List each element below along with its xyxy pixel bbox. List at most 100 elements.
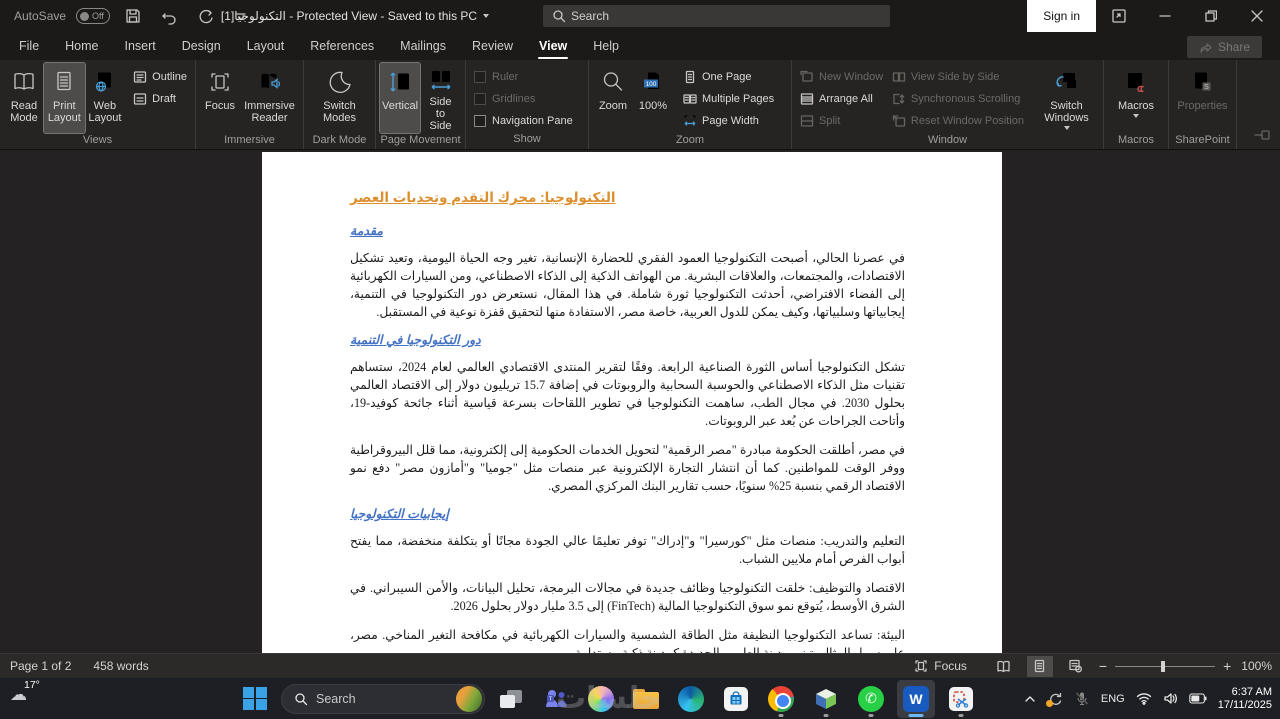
tab-help[interactable]: Help (580, 34, 632, 60)
task-view-button[interactable] (492, 680, 530, 718)
group-label-window: Window (927, 134, 968, 146)
print-layout-view-icon[interactable] (1026, 655, 1053, 677)
view-side-by-side-label: View Side by Side (910, 70, 1000, 83)
tab-insert[interactable]: Insert (112, 34, 169, 60)
macros-button[interactable]: Macros (1114, 63, 1158, 133)
page-width-button[interactable]: Page Width (679, 111, 778, 130)
read-mode-view-icon[interactable] (991, 656, 1017, 677)
title-dropdown-caret[interactable] (483, 14, 490, 18)
checkbox[interactable] (474, 114, 486, 127)
tab-file[interactable]: File (6, 34, 52, 60)
checkbox (474, 92, 486, 105)
toggle-knob (80, 11, 90, 21)
weather-widget[interactable]: 17° ☁ (10, 680, 40, 704)
immersive-reader-button[interactable]: Immersive Reader (240, 63, 299, 133)
zoom-percent-label: 100% (638, 100, 668, 112)
restore-button[interactable] (1188, 0, 1234, 32)
tab-home[interactable]: Home (52, 34, 111, 60)
vertical-button[interactable]: Vertical (379, 62, 421, 134)
tab-review[interactable]: Review (459, 34, 526, 60)
page-count[interactable]: Page 1 of 2 (10, 659, 71, 673)
zoom-100-button[interactable]: 100 100% (633, 63, 673, 133)
draft-button[interactable]: Draft (129, 89, 191, 108)
read-mode-button[interactable]: Read Mode (4, 63, 44, 133)
group-sharepoint: S Properties SharePoint (1169, 60, 1237, 149)
zoom-button[interactable]: Zoom (593, 63, 633, 133)
save-icon[interactable] (120, 3, 146, 29)
hidden-icons-chevron[interactable] (1024, 695, 1036, 703)
focus-button[interactable]: Focus (200, 63, 240, 133)
wifi-icon[interactable] (1136, 692, 1152, 705)
zoom-out-button[interactable]: − (1099, 658, 1107, 674)
document-canvas[interactable]: التكنولوجيا: محرك التقدم وتحديات العصر م… (0, 150, 1280, 653)
zoom-slider-track[interactable] (1115, 660, 1216, 672)
switch-windows-label: Switch Windows (1044, 100, 1089, 124)
arrange-all-button[interactable]: Arrange All (796, 89, 888, 108)
taskbar: 17° ☁ Search T ✆ W ENG 6:37 AM 17/11/202… (0, 678, 1280, 719)
speaker-icon[interactable] (1163, 692, 1178, 705)
collapse-ribbon-icon[interactable] (1254, 128, 1270, 146)
group-immersive: Focus Immersive Reader Immersive (196, 60, 304, 149)
group-label-sharepoint: SharePoint (1175, 134, 1230, 146)
microphone-muted-icon[interactable] (1074, 691, 1090, 707)
taskbar-search[interactable]: Search (281, 683, 485, 714)
file-explorer-icon (633, 688, 659, 709)
clock[interactable]: 6:37 AM 17/11/2025 (1218, 686, 1272, 712)
split-button: Split (796, 111, 888, 130)
switch-windows-button[interactable]: Switch Windows (1034, 63, 1099, 133)
ribbon-display-options-icon[interactable] (1096, 0, 1142, 32)
print-layout-button[interactable]: Print Layout (43, 62, 86, 134)
zoom-slider[interactable]: − + (1099, 658, 1231, 674)
language-indicator[interactable]: ENG (1101, 693, 1125, 705)
focus-mode-button[interactable]: Focus (914, 659, 967, 673)
doc-paragraph: التعليم والتدريب: منصات مثل "كورسيرا" و"… (350, 534, 905, 566)
tab-design[interactable]: Design (169, 34, 234, 60)
word-count[interactable]: 458 words (93, 659, 148, 673)
zoom-in-button[interactable]: + (1223, 658, 1231, 674)
side-to-side-button[interactable]: Side to Side (420, 63, 461, 133)
navigation-pane-label: Navigation Pane (492, 114, 573, 127)
chrome-button[interactable] (762, 680, 800, 718)
sign-in-button[interactable]: Sign in (1027, 0, 1096, 32)
running-indicator (823, 714, 829, 717)
ribbon-search-box[interactable]: Search (543, 5, 890, 27)
document-page[interactable]: التكنولوجيا: محرك التقدم وتحديات العصر م… (262, 152, 1002, 653)
running-indicator (868, 714, 874, 717)
zoom-slider-thumb[interactable] (1161, 660, 1166, 672)
tab-view[interactable]: View (526, 34, 580, 60)
battery-icon[interactable] (1189, 693, 1207, 704)
close-button[interactable] (1234, 0, 1280, 32)
tab-mailings[interactable]: Mailings (387, 34, 459, 60)
minimize-button[interactable] (1142, 0, 1188, 32)
one-page-button[interactable]: One Page (679, 67, 778, 86)
web-layout-view-icon[interactable] (1063, 656, 1089, 677)
snipping-tool-button[interactable] (942, 680, 980, 718)
dropdown-caret (1063, 126, 1070, 130)
doc-paragraph: في عصرنا الحالي، أصبحت التكنولوجيا العمو… (350, 251, 905, 319)
word-button[interactable]: W (897, 679, 935, 718)
tab-references[interactable]: References (297, 34, 387, 60)
whatsapp-icon: ✆ (858, 685, 884, 712)
search-highlight-image[interactable] (456, 685, 482, 712)
autosave-toggle[interactable]: Off (76, 8, 111, 24)
multiple-pages-button[interactable]: Multiple Pages (679, 89, 778, 108)
multiple-pages-label: Multiple Pages (702, 92, 775, 105)
cube-app-button[interactable] (807, 680, 845, 718)
edge-button[interactable] (672, 680, 710, 718)
teams-button[interactable]: T (537, 680, 575, 718)
windows-logo-icon (243, 686, 267, 711)
zoom-percentage[interactable]: 100% (1241, 659, 1272, 673)
file-explorer-button[interactable] (627, 680, 665, 718)
whatsapp-button[interactable]: ✆ (852, 680, 890, 718)
start-button[interactable] (236, 680, 274, 718)
onedrive-sync-icon[interactable] (1045, 691, 1063, 707)
switch-modes-button[interactable]: Switch Modes (308, 63, 371, 133)
cube-app-icon (816, 688, 836, 709)
tab-layout[interactable]: Layout (234, 34, 298, 60)
web-layout-button[interactable]: Web Layout (85, 63, 126, 133)
copilot-button[interactable] (582, 680, 620, 718)
outline-button[interactable]: Outline (129, 67, 191, 86)
share-button[interactable]: Share (1186, 36, 1262, 58)
navigation-pane-checkbox[interactable]: Navigation Pane (470, 111, 577, 130)
store-button[interactable] (717, 680, 755, 718)
